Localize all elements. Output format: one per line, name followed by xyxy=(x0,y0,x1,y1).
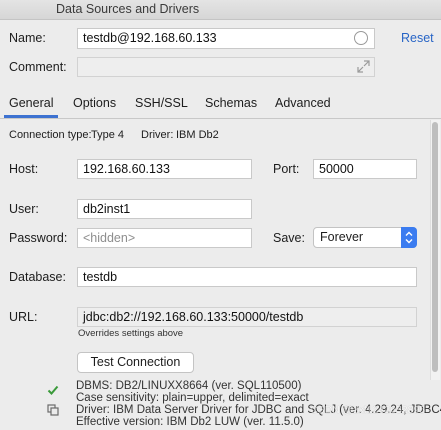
name-input-value: testdb@192.168.60.133 xyxy=(83,31,217,45)
comment-label: Comment: xyxy=(9,60,67,74)
user-label: User: xyxy=(9,202,39,216)
result-line-version: Effective version: IBM Db2 LUW (ver. 11.… xyxy=(76,416,304,428)
result-line-dbms: DBMS: DB2/LINUXX8664 (ver. SQL110500) xyxy=(76,380,302,392)
reset-link[interactable]: Reset xyxy=(401,31,434,45)
url-label: URL: xyxy=(9,310,38,324)
connection-type-label: Connection type: xyxy=(9,129,92,141)
scrollbar-thumb[interactable] xyxy=(432,122,438,372)
comment-input[interactable] xyxy=(77,57,375,77)
window-title: Data Sources and Drivers xyxy=(56,2,200,16)
result-line-case: Case sensitivity: plain=upper, delimited… xyxy=(76,392,309,404)
driver-link[interactable]: IBM Db2 xyxy=(176,129,219,141)
password-placeholder: <hidden> xyxy=(83,231,136,245)
password-label: Password: xyxy=(9,231,68,245)
database-input-value: testdb xyxy=(83,270,118,284)
user-input[interactable]: db2inst1 xyxy=(77,199,252,219)
save-select-value: Forever xyxy=(320,230,364,244)
tab-schemas[interactable]: Schemas xyxy=(205,96,257,110)
password-input[interactable]: <hidden> xyxy=(77,228,252,248)
url-input-value: jdbc:db2://192.168.60.133:50000/testdb xyxy=(83,310,304,324)
driver-label: Driver: xyxy=(141,129,174,141)
expand-icon[interactable] xyxy=(357,60,370,73)
database-input[interactable]: testdb xyxy=(77,267,417,287)
host-label: Host: xyxy=(9,162,39,176)
port-label: Port: xyxy=(273,162,300,176)
url-input[interactable]: jdbc:db2://192.168.60.133:50000/testdb xyxy=(77,307,417,327)
tab-options[interactable]: Options xyxy=(73,96,116,110)
save-label: Save: xyxy=(273,231,305,245)
port-input-value: 50000 xyxy=(319,162,354,176)
save-select[interactable]: Forever xyxy=(313,227,417,248)
color-circle-icon[interactable] xyxy=(354,31,368,45)
select-arrows-icon xyxy=(401,227,417,248)
tab-advanced[interactable]: Advanced xyxy=(275,96,331,110)
watermark: CSDN @zxf1242652895 xyxy=(310,404,426,416)
tab-general[interactable]: General xyxy=(9,96,53,110)
name-input[interactable]: testdb@192.168.60.133 xyxy=(77,28,375,49)
name-label: Name: xyxy=(9,31,46,45)
success-check-icon xyxy=(47,385,59,395)
host-input[interactable]: 192.168.60.133 xyxy=(77,159,252,179)
url-override-note: Overrides settings above xyxy=(78,328,184,339)
port-input[interactable]: 50000 xyxy=(313,159,417,179)
active-tab-indicator xyxy=(4,115,58,118)
copy-icon[interactable] xyxy=(47,404,59,416)
test-connection-button[interactable]: Test Connection xyxy=(77,352,194,373)
tab-ssh-ssl[interactable]: SSH/SSL xyxy=(135,96,188,110)
database-label: Database: xyxy=(9,270,66,284)
user-input-value: db2inst1 xyxy=(83,202,131,216)
connection-type-link[interactable]: Type 4 xyxy=(91,129,124,141)
host-input-value: 192.168.60.133 xyxy=(83,162,170,176)
